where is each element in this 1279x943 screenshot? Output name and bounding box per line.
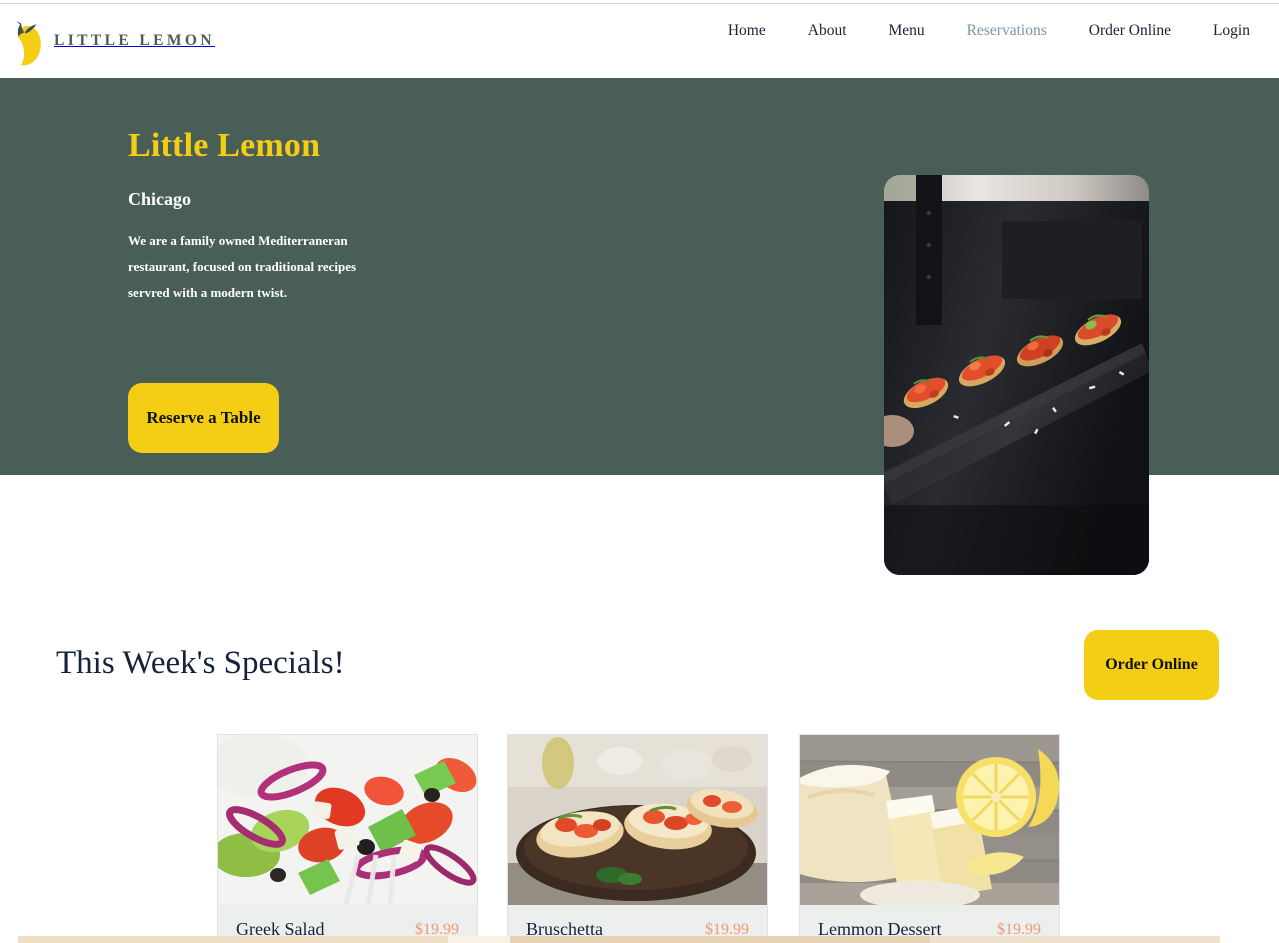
greek-salad-photo	[218, 735, 477, 905]
peek-seg-d	[930, 936, 1220, 943]
nav-item-reservations[interactable]: Reservations	[946, 22, 1068, 40]
hero-image	[884, 175, 1149, 575]
special-card-lemmon-dessert[interactable]: Lemmon Dessert $19.99	[800, 735, 1059, 943]
nav-item-about[interactable]: About	[787, 22, 868, 40]
card-body: Lemmon Dessert $19.99	[800, 905, 1059, 940]
peek-seg-c	[510, 936, 930, 943]
lemon-icon	[8, 13, 48, 69]
hero-subtitle: Chicago	[128, 188, 191, 209]
next-section-peek	[0, 936, 1279, 943]
main-navigation: Home About Menu Reservations Order Onlin…	[707, 22, 1271, 40]
peek-seg-a	[18, 936, 448, 943]
bruschetta-photo	[508, 735, 767, 905]
special-card-bruschetta[interactable]: Bruschetta $19.99	[508, 735, 767, 943]
lemon-dessert-photo	[800, 735, 1059, 905]
hero-title: Little Lemon	[128, 127, 321, 164]
special-card-greek-salad[interactable]: Greek Salad $19.99	[218, 735, 477, 943]
peek-seg-right	[1220, 936, 1279, 943]
hero-copy: Little Lemon Chicago We are a family own…	[128, 128, 548, 306]
specials-card-list: Greek Salad $19.99 Bruschetta $19.99 Lem…	[0, 735, 1279, 943]
site-header: LITTLE LEMON Home About Menu Reservation…	[0, 4, 1279, 78]
brand-name: LITTLE LEMON	[54, 32, 215, 49]
page-root: LITTLE LEMON Home About Menu Reservation…	[0, 0, 1279, 943]
specials-heading: This Week's Specials!	[56, 645, 345, 681]
order-online-button[interactable]: Order Online	[1084, 630, 1219, 700]
nav-item-menu[interactable]: Menu	[868, 22, 946, 40]
brand-logo-link[interactable]: LITTLE LEMON	[8, 13, 215, 69]
peek-seg-b	[448, 936, 510, 943]
peek-seg-left	[0, 936, 18, 943]
nav-item-login[interactable]: Login	[1192, 22, 1271, 40]
card-body: Bruschetta $19.99	[508, 905, 767, 940]
reserve-a-table-button[interactable]: Reserve a Table	[128, 383, 279, 453]
nav-item-order-online[interactable]: Order Online	[1068, 22, 1192, 40]
nav-item-home[interactable]: Home	[707, 22, 787, 40]
hero-description: We are a family owned Mediterraneran res…	[128, 232, 357, 300]
card-body: Greek Salad $19.99	[218, 905, 477, 940]
